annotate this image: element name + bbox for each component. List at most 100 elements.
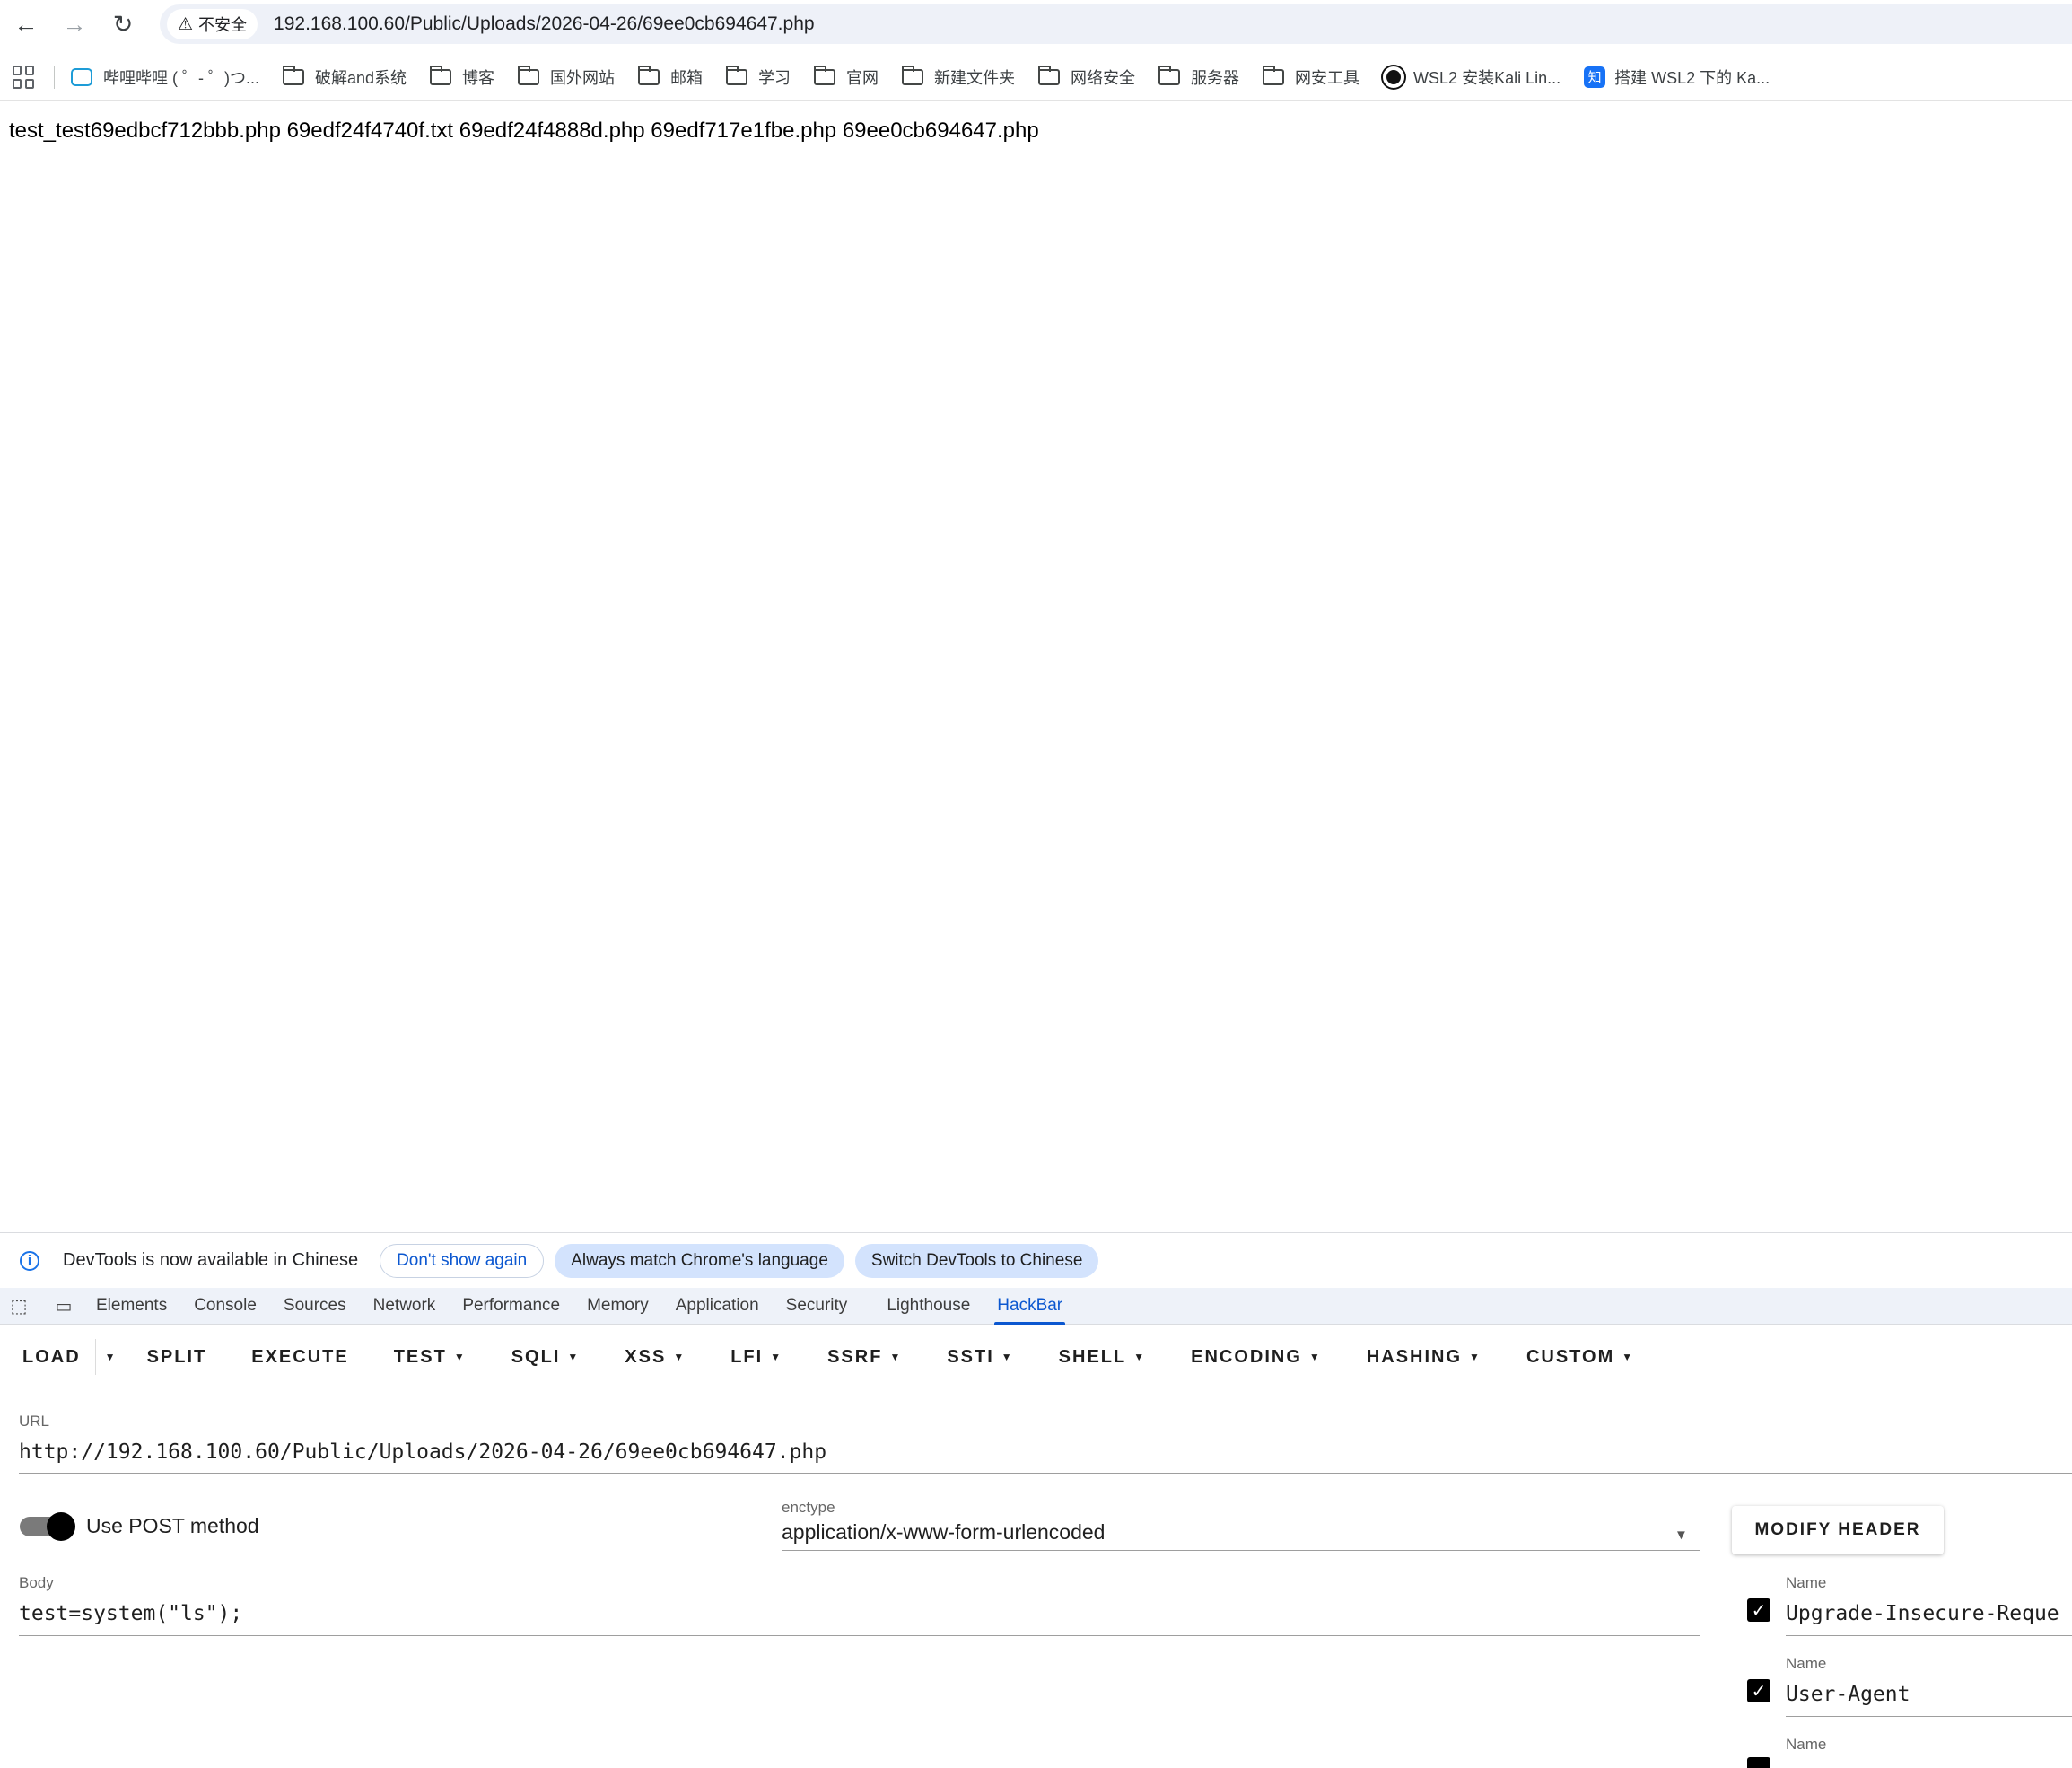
bookmark-label: WSL2 安装Kali Lin...: [1413, 68, 1561, 87]
checkmark-icon: ✓: [1751, 1600, 1767, 1621]
bookmark-zhihu[interactable]: 知搭建 WSL2 下的 Ka...: [1584, 66, 1770, 89]
bookmark-label: 新建文件夹: [934, 68, 1016, 87]
tab-hackbar[interactable]: HackBar: [984, 1288, 1076, 1325]
bookmark-label: 国外网站: [550, 68, 616, 87]
tab-console[interactable]: Console: [180, 1288, 270, 1325]
always-match-language-button[interactable]: Always match Chrome's language: [555, 1243, 844, 1278]
split-button[interactable]: SPLIT: [125, 1337, 230, 1377]
infobar-message: DevTools is now available in Chinese: [63, 1250, 359, 1270]
load-button[interactable]: LOAD: [0, 1337, 95, 1377]
url-input[interactable]: http://192.168.100.60/Public/Uploads/202…: [19, 1440, 826, 1464]
bookmark-folder[interactable]: 网安工具: [1263, 65, 1359, 89]
folder-icon: [814, 65, 836, 85]
folder-icon: [1263, 65, 1285, 85]
post-method-toggle[interactable]: [20, 1512, 75, 1541]
hackbar-toolbar: LOAD ▼ SPLIT EXECUTE TEST ▼ SQLI ▼ XSS ▼ LF…: [0, 1332, 2072, 1382]
bookmark-folder[interactable]: 服务器: [1158, 65, 1240, 89]
security-label: 不安全: [198, 16, 248, 34]
address-bar[interactable]: ⚠ 不安全 192.168.100.60/Public/Uploads/2026…: [160, 4, 2072, 44]
hashing-label: HASHING: [1366, 1346, 1463, 1367]
bookmark-folder[interactable]: 学习: [726, 65, 791, 89]
tab-network[interactable]: Network: [360, 1288, 450, 1325]
tab-memory[interactable]: Memory: [573, 1288, 662, 1325]
bookmark-folder[interactable]: 国外网站: [518, 65, 616, 89]
shell-label: SHELL: [1058, 1346, 1127, 1367]
sqli-label: SQLI: [511, 1346, 561, 1367]
execute-button[interactable]: EXECUTE: [229, 1337, 371, 1377]
zhihu-icon: 知: [1584, 66, 1606, 88]
bookmark-label: 网络安全: [1071, 68, 1136, 87]
load-dropdown-button[interactable]: ▼: [96, 1337, 125, 1377]
bookmark-folder[interactable]: 邮箱: [638, 65, 704, 89]
test-menu-button[interactable]: TEST ▼: [372, 1337, 489, 1377]
bookmark-folder[interactable]: 博客: [430, 65, 494, 89]
caret-down-icon: ▼: [1001, 1351, 1014, 1363]
bookmarks-divider: [54, 65, 55, 89]
caret-down-icon: ▼: [1133, 1351, 1147, 1363]
forward-button[interactable]: →: [57, 7, 92, 41]
caret-down-icon: ▼: [770, 1351, 783, 1363]
tab-application[interactable]: Application: [662, 1288, 773, 1325]
tab-lighthouse[interactable]: Lighthouse: [873, 1288, 984, 1325]
sqli-menu-button[interactable]: SQLI ▼: [489, 1337, 603, 1377]
header-name-label: Name: [1786, 1736, 1827, 1753]
test-label: TEST: [393, 1346, 447, 1367]
apps-grid-icon[interactable]: [13, 65, 36, 89]
bookmark-github[interactable]: WSL2 安装Kali Lin...: [1383, 66, 1561, 89]
encoding-label: ENCODING: [1191, 1346, 1302, 1367]
body-input[interactable]: test=system("ls");: [19, 1602, 242, 1625]
ssti-label: SSTI: [947, 1346, 994, 1367]
header-name-label: Name: [1786, 1655, 1827, 1672]
caret-down-icon: ▼: [673, 1351, 686, 1363]
xss-menu-button[interactable]: XSS ▼: [602, 1337, 708, 1377]
bookmark-folder[interactable]: 新建文件夹: [902, 65, 1016, 89]
ssrf-menu-button[interactable]: SSRF ▼: [805, 1337, 924, 1377]
bookmark-bilibili[interactable]: 哔哩哔哩 ( ゜- ゜)つ...: [71, 66, 259, 89]
custom-label: CUSTOM: [1526, 1346, 1615, 1367]
folder-icon: [1158, 65, 1181, 85]
header-enable-checkbox[interactable]: ✓: [1747, 1598, 1770, 1622]
caret-down-icon[interactable]: ▼: [1674, 1527, 1688, 1543]
device-toolbar-icon[interactable]: ▭: [52, 1294, 75, 1317]
modify-header-button[interactable]: MODIFY HEADER: [1732, 1506, 1944, 1554]
switch-to-chinese-button[interactable]: Switch DevTools to Chinese: [854, 1243, 1099, 1278]
lfi-menu-button[interactable]: LFI ▼: [708, 1337, 805, 1377]
folder-icon: [283, 65, 304, 85]
xss-label: XSS: [625, 1346, 667, 1367]
tab-performance[interactable]: Performance: [449, 1288, 573, 1325]
inspect-element-icon[interactable]: ⬚: [7, 1294, 31, 1317]
header-name-underline: [1786, 1716, 2072, 1717]
enctype-select[interactable]: application/x-www-form-urlencoded: [782, 1520, 1105, 1545]
bookmark-folder[interactable]: 破解and系统: [283, 65, 407, 89]
security-chip[interactable]: ⚠ 不安全: [167, 9, 258, 39]
shell-menu-button[interactable]: SHELL ▼: [1036, 1337, 1168, 1377]
dont-show-again-button[interactable]: Don't show again: [380, 1243, 545, 1278]
bookmark-folder[interactable]: 网络安全: [1038, 65, 1136, 89]
caret-down-icon: ▼: [104, 1351, 116, 1363]
body-field-label: Body: [19, 1574, 54, 1591]
header-enable-checkbox[interactable]: ✓: [1747, 1679, 1770, 1702]
tab-security[interactable]: Security: [773, 1288, 861, 1325]
reload-button[interactable]: ↻: [106, 7, 140, 41]
bookmark-folder[interactable]: 官网: [814, 65, 879, 89]
header-name-input[interactable]: Upgrade-Insecure-Reque: [1786, 1602, 2059, 1625]
arrow-right-icon: →: [62, 10, 87, 38]
tab-sources[interactable]: Sources: [270, 1288, 360, 1325]
address-text[interactable]: 192.168.100.60/Public/Uploads/2026-04-26…: [274, 13, 815, 35]
encoding-menu-button[interactable]: ENCODING ▼: [1168, 1337, 1344, 1377]
post-method-label: Use POST method: [86, 1514, 259, 1537]
bookmark-label: 邮箱: [670, 68, 704, 87]
back-button[interactable]: ←: [9, 7, 43, 41]
header-name-input[interactable]: User-Agent: [1786, 1683, 1910, 1706]
ssti-menu-button[interactable]: SSTI ▼: [924, 1337, 1036, 1377]
info-icon: i: [20, 1250, 39, 1271]
header-name-label: Name: [1786, 1574, 1827, 1591]
reload-icon: ↻: [112, 10, 134, 38]
header-enable-checkbox[interactable]: [1747, 1757, 1770, 1768]
tab-elements[interactable]: Elements: [83, 1288, 180, 1325]
bookmark-label: 服务器: [1191, 68, 1240, 87]
hashing-menu-button[interactable]: HASHING ▼: [1344, 1337, 1504, 1377]
github-icon: [1383, 66, 1405, 88]
custom-menu-button[interactable]: CUSTOM ▼: [1504, 1337, 1657, 1377]
caret-down-icon: ▼: [567, 1351, 581, 1363]
